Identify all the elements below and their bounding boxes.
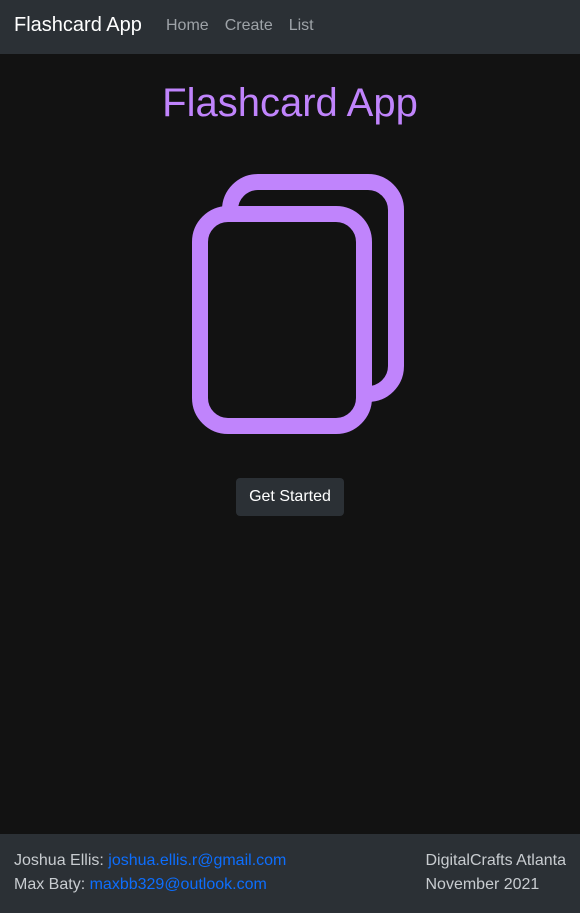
author-line: Joshua Ellis: joshua.ellis.r@gmail.com <box>14 849 286 873</box>
nav-links: Home Create List <box>166 16 314 36</box>
author-email-link[interactable]: maxbb329@outlook.com <box>90 876 267 893</box>
page-title: Flashcard App <box>162 81 418 125</box>
author-name: Max Baty: <box>14 876 86 893</box>
footer-info: DigitalCrafts Atlanta November 2021 <box>425 849 566 897</box>
get-started-button[interactable]: Get Started <box>236 478 344 516</box>
nav-link-home[interactable]: Home <box>166 16 209 36</box>
flashcards-icon <box>192 174 404 434</box>
author-name: Joshua Ellis: <box>14 852 104 869</box>
footer-authors: Joshua Ellis: joshua.ellis.r@gmail.com M… <box>14 849 286 897</box>
footer: Joshua Ellis: joshua.ellis.r@gmail.com M… <box>0 834 580 913</box>
nav-link-list[interactable]: List <box>289 16 314 36</box>
author-email-link[interactable]: joshua.ellis.r@gmail.com <box>108 852 286 869</box>
navbar: Flashcard App Home Create List <box>0 0 580 54</box>
date-text: November 2021 <box>425 876 540 893</box>
org-name: DigitalCrafts Atlanta <box>425 852 566 869</box>
nav-link-create[interactable]: Create <box>225 16 273 36</box>
author-line: Max Baty: maxbb329@outlook.com <box>14 873 286 897</box>
navbar-brand[interactable]: Flashcard App <box>14 13 142 37</box>
